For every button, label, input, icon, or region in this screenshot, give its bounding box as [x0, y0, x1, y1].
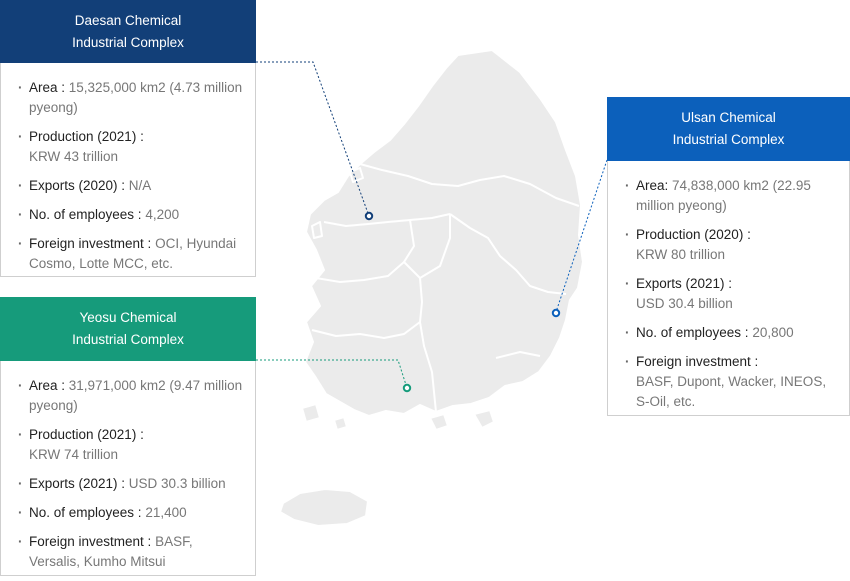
- ulsan-employees-item: No. of employees : 20,800: [622, 323, 841, 343]
- item-label: Foreign investment :: [636, 354, 759, 369]
- item-label: Foreign investment :: [29, 236, 156, 251]
- item-label: Area:: [636, 178, 673, 193]
- jeju-island: [279, 488, 369, 527]
- daesan-marker: [364, 211, 374, 221]
- daesan-info-card: Daesan Chemical Industrial Complex Area …: [0, 0, 256, 277]
- item-label: No. of employees :: [636, 325, 753, 340]
- ulsan-area-item: Area: 74,838,000 km2 (22.95 million pyeo…: [622, 176, 841, 216]
- item-label: Area :: [29, 378, 69, 393]
- yeosu-production-item: Production (2021) : KRW 74 trillion: [15, 425, 247, 465]
- daesan-title-line1: Daesan Chemical: [74, 12, 182, 28]
- item-label: Production (2021) :: [29, 129, 144, 144]
- geoje-island: [473, 409, 495, 429]
- daesan-area-item: Area : 15,325,000 km2 (4.73 million pyeo…: [15, 78, 247, 118]
- ulsan-title-line2: Industrial Complex: [672, 132, 785, 147]
- yeosu-title-line1: Yeosu Chemical: [79, 310, 177, 325]
- namhae-island: [429, 413, 449, 431]
- mainland: [304, 49, 584, 417]
- daesan-title-line2: Industrial Complex: [72, 34, 184, 50]
- item-label: Production (2020) :: [636, 227, 751, 242]
- yeosu-title-line2: Industrial Complex: [72, 332, 184, 347]
- daesan-details: Area : 15,325,000 km2 (4.73 million pyeo…: [15, 78, 247, 283]
- land-mass: [279, 49, 640, 527]
- item-label: No. of employees :: [29, 207, 146, 222]
- item-value: KRW 74 trillion: [29, 447, 119, 462]
- item-value: 4,200: [145, 207, 180, 222]
- item-label: Foreign investment :: [29, 534, 156, 549]
- daesan-employees-item: No. of employees : 4,200: [15, 205, 247, 225]
- item-value: BASF, Dupont, Wacker, INEOS, S-Oil, etc.: [636, 374, 827, 409]
- item-value: 20,800: [752, 325, 794, 340]
- item-label: Exports (2020) :: [29, 178, 129, 193]
- yeosu-exports-item: Exports (2021) : USD 30.3 billion: [15, 474, 247, 494]
- item-value: KRW 80 trillion: [636, 247, 726, 262]
- daesan-investment-item: Foreign investment : OCI, Hyundai Cosmo,…: [15, 234, 247, 274]
- ulsan-info-card: Ulsan Chemical Industrial Complex Area: …: [607, 97, 850, 416]
- ulsan-card-title: Ulsan Chemical Industrial Complex: [607, 97, 850, 161]
- yeosu-marker: [402, 383, 412, 393]
- item-label: Production (2021) :: [29, 427, 144, 442]
- item-label: Exports (2021) :: [636, 276, 733, 291]
- yeosu-investment-item: Foreign investment : BASF, Versalis, Kum…: [15, 532, 247, 572]
- anmyeon-island: [311, 221, 323, 239]
- ulsan-title-line1: Ulsan Chemical: [681, 110, 776, 125]
- daesan-card-title: Daesan Chemical Industrial Complex: [0, 0, 256, 63]
- yeosu-area-item: Area : 31,971,000 km2 (9.47 million pyeo…: [15, 376, 247, 416]
- item-label: Area :: [29, 80, 69, 95]
- item-value: 21,400: [145, 505, 187, 520]
- item-value: USD 30.4 billion: [636, 296, 733, 311]
- ulsan-investment-item: Foreign investment : BASF, Dupont, Wacke…: [622, 352, 841, 412]
- item-value: N/A: [128, 178, 152, 193]
- item-label: Exports (2021) :: [29, 476, 129, 491]
- daesan-production-item: Production (2021) : KRW 43 trillion: [15, 127, 247, 167]
- ulsan-exports-item: Exports (2021) : USD 30.4 billion: [622, 274, 841, 314]
- yeosu-details: Area : 31,971,000 km2 (9.47 million pyeo…: [15, 376, 247, 581]
- ulsan-production-item: Production (2020) : KRW 80 trillion: [622, 225, 841, 265]
- ulsan-marker: [551, 308, 561, 318]
- jindo-island: [301, 403, 321, 423]
- item-label: No. of employees :: [29, 505, 146, 520]
- item-value: KRW 43 trillion: [29, 149, 119, 164]
- yeosu-employees-item: No. of employees : 21,400: [15, 503, 247, 523]
- yeosu-card-title: Yeosu Chemical Industrial Complex: [0, 297, 256, 361]
- daesan-exports-item: Exports (2020) : N/A: [15, 176, 247, 196]
- ulsan-details: Area: 74,838,000 km2 (22.95 million pyeo…: [622, 176, 841, 421]
- yeosu-info-card: Yeosu Chemical Industrial Complex Area :…: [0, 297, 256, 576]
- item-value: USD 30.3 billion: [128, 476, 226, 491]
- wando-island: [333, 416, 348, 431]
